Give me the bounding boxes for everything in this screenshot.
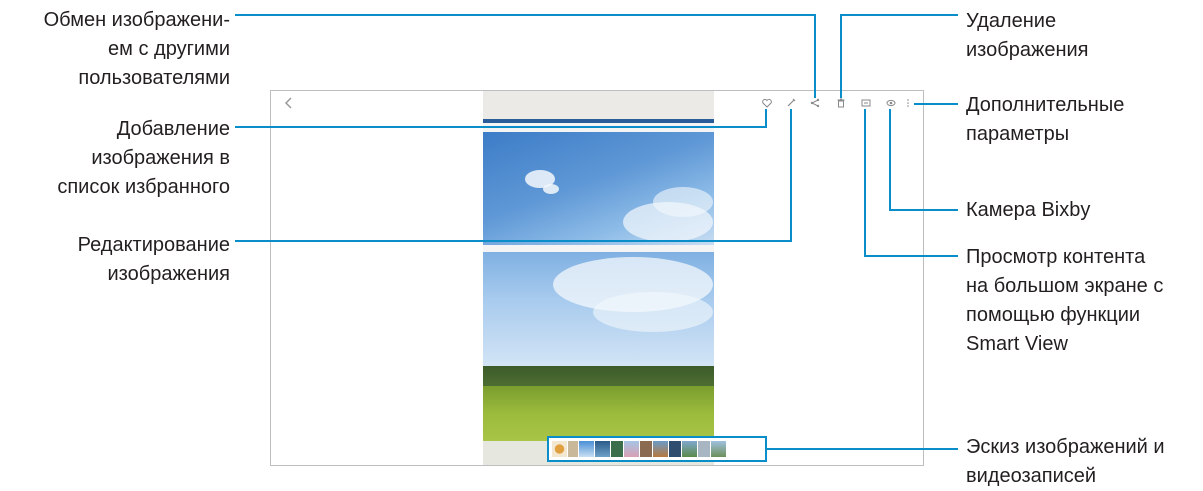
callout-line-bixby	[889, 109, 891, 211]
callout-line-bixby	[889, 209, 958, 211]
label-thumbnails: Эскиз изображений и видеозаписей	[966, 433, 1165, 491]
thumbnail[interactable]	[595, 441, 610, 457]
photo-sky-bottom	[483, 252, 714, 372]
label-delete-line-1: Удаление	[966, 10, 1057, 32]
thumbnail-strip[interactable]	[547, 436, 767, 462]
more-vertical-icon[interactable]	[906, 98, 910, 108]
callout-line-smart-view	[864, 109, 866, 257]
cloud	[543, 184, 559, 194]
label-favorite-line-2: изображения в	[91, 147, 230, 169]
callout-line-favorite	[235, 126, 767, 128]
thumbnail[interactable]	[653, 441, 668, 457]
thumbnail[interactable]	[682, 441, 697, 457]
callout-line-thumbnails	[767, 448, 958, 450]
label-more-line-2: параметры	[966, 123, 1070, 145]
trash-icon[interactable]	[836, 98, 846, 108]
thumbnail[interactable]	[698, 441, 710, 457]
label-delete: Удаление изображения	[966, 7, 1089, 65]
label-smart-view-line-4: Smart View	[966, 333, 1068, 355]
thumbnail[interactable]	[552, 441, 567, 457]
label-bixby-line-1: Камера Bixby	[966, 199, 1091, 221]
photo-top-segment	[483, 91, 714, 121]
cloud	[593, 292, 713, 332]
label-bixby: Камера Bixby	[966, 196, 1090, 225]
label-smart-view-line-2: на большом экране с	[966, 275, 1164, 297]
pencil-icon[interactable]	[786, 98, 796, 108]
label-more-options: Дополнительные параметры	[966, 91, 1124, 149]
chevron-left-icon[interactable]	[283, 96, 295, 110]
callout-line-share	[235, 14, 816, 16]
thumbnail[interactable]	[640, 441, 652, 457]
label-edit: Редактирование изображения	[78, 231, 230, 289]
thumbnail[interactable]	[579, 441, 594, 457]
label-share-line-1: Обмен изображени-	[43, 9, 230, 31]
label-favorite-line-3: список избранного	[57, 176, 230, 198]
callout-line-smart-view	[864, 255, 958, 257]
photo-gap	[483, 245, 714, 252]
label-favorite-line-1: Добавление	[116, 118, 230, 140]
label-smart-view: Просмотр контента на большом экране с по…	[966, 243, 1163, 359]
callout-line-edit	[235, 240, 792, 242]
photo-sky-top	[483, 132, 714, 245]
label-smart-view-line-1: Просмотр контента	[966, 246, 1146, 268]
label-edit-line-2: изображения	[107, 263, 231, 285]
thumbnail[interactable]	[611, 441, 623, 457]
label-favorite: Добавление изображения в список избранно…	[57, 115, 230, 202]
callout-line-delete	[840, 14, 842, 98]
callout-line-delete	[840, 14, 958, 16]
callout-line-edit	[790, 109, 792, 242]
label-thumbnails-line-2: видеозаписей	[966, 465, 1097, 487]
label-delete-line-2: изображения	[966, 39, 1089, 61]
thumbnail[interactable]	[711, 441, 726, 457]
thumbnail[interactable]	[669, 441, 681, 457]
thumbnail[interactable]	[568, 441, 578, 457]
photo-tree-line	[483, 366, 714, 386]
photo-rice-field	[483, 386, 714, 441]
label-share-line-2: ем с другими	[108, 38, 230, 60]
label-smart-view-line-3: помощью функции	[966, 304, 1141, 326]
label-share: Обмен изображени- ем с другими пользоват…	[44, 6, 230, 93]
heart-icon[interactable]	[762, 98, 772, 108]
bixby-vision-icon[interactable]	[886, 98, 896, 108]
callout-line-favorite	[765, 109, 767, 128]
label-share-line-3: пользователями	[78, 67, 230, 89]
thumbnail[interactable]	[624, 441, 639, 457]
photo-viewer[interactable]	[483, 91, 714, 465]
callout-line-more	[914, 103, 958, 105]
label-more-line-1: Дополнительные	[966, 94, 1125, 116]
cloud	[653, 187, 713, 217]
smart-view-icon[interactable]	[861, 98, 871, 108]
label-edit-line-1: Редактирование	[77, 234, 230, 256]
callout-line-share	[814, 14, 816, 98]
share-icon[interactable]	[810, 98, 820, 108]
label-thumbnails-line-1: Эскиз изображений и	[966, 436, 1165, 458]
